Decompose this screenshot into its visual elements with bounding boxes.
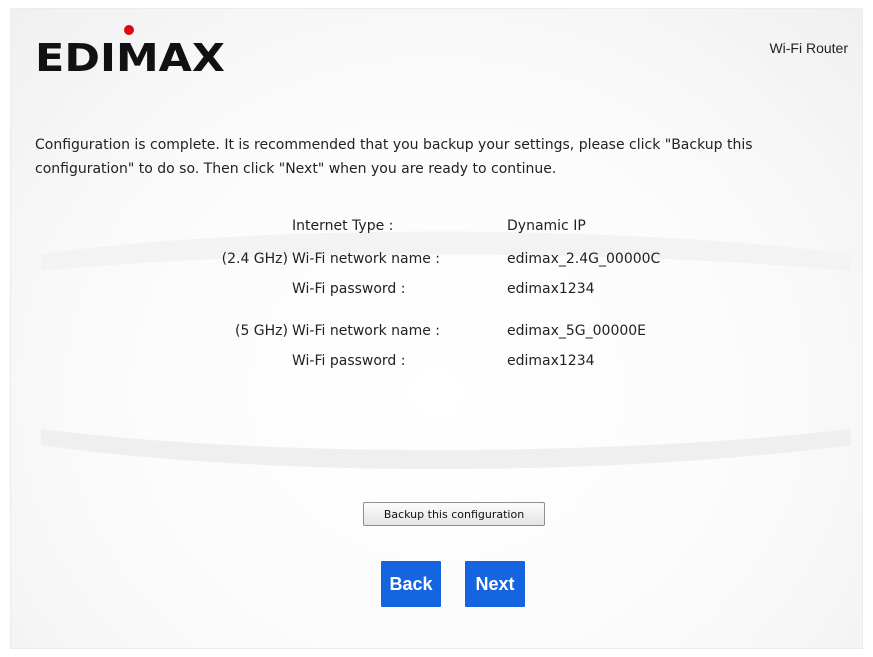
next-button[interactable]: Next (465, 561, 525, 607)
content-panel: EDIMAX Wi-Fi Router Configuration is com… (10, 8, 863, 649)
field-value: Dynamic IP (507, 218, 586, 234)
field-value: edimax_2.4G_00000C (507, 251, 661, 267)
field-label: Wi-Fi password : (292, 353, 406, 369)
edimax-logo: EDIMAX (35, 25, 225, 80)
completion-message: Configuration is complete. It is recomme… (35, 137, 753, 177)
summary-row-24ghz-password: Wi-Fi password : edimax1234 (11, 281, 862, 301)
svg-text:EDIMAX: EDIMAX (35, 36, 225, 80)
summary-row-5ghz-password: Wi-Fi password : edimax1234 (11, 353, 862, 373)
backup-configuration-button[interactable]: Backup this configuration (363, 502, 545, 526)
summary-row-5ghz-ssid: (5 GHz) Wi-Fi network name : edimax_5G_0… (11, 323, 862, 343)
summary-row-24ghz-ssid: (2.4 GHz) Wi-Fi network name : edimax_2.… (11, 251, 862, 271)
field-label: Internet Type : (292, 218, 394, 234)
field-value: edimax_5G_00000E (507, 323, 647, 339)
field-label: Wi-Fi network name : (292, 323, 441, 339)
band-label: (2.4 GHz) (221, 251, 288, 267)
field-label: Wi-Fi network name : (292, 251, 441, 267)
back-button[interactable]: Back (381, 561, 441, 607)
product-name: Wi-Fi Router (769, 40, 848, 56)
summary-row-internet-type: Internet Type : Dynamic IP (11, 218, 862, 238)
field-label: Wi-Fi password : (292, 281, 406, 297)
band-label: (5 GHz) (234, 323, 288, 339)
field-value: edimax1234 (507, 281, 595, 297)
field-value: edimax1234 (507, 353, 595, 369)
wizard-page: EDIMAX Wi-Fi Router Configuration is com… (0, 0, 873, 657)
